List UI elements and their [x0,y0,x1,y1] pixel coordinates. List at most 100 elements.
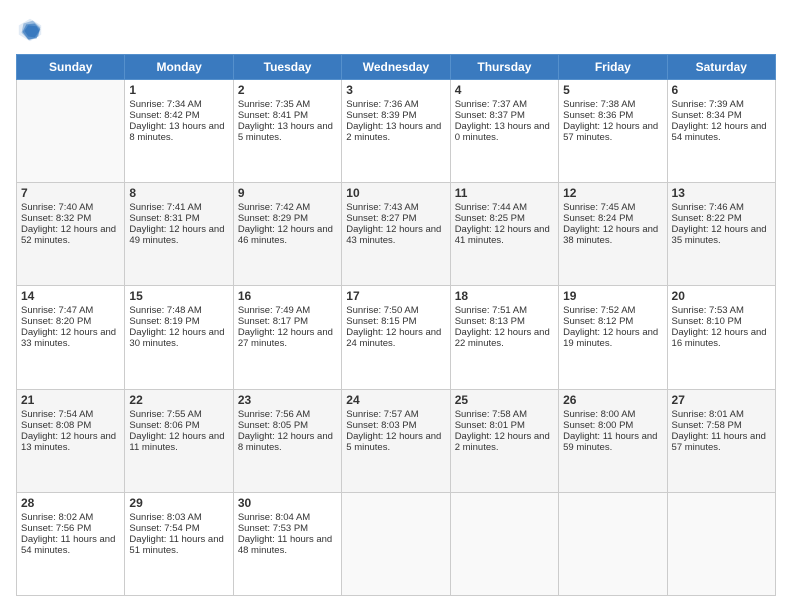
calendar-cell [450,492,558,595]
day-number: 17 [346,289,445,303]
calendar-cell: 15Sunrise: 7:48 AMSunset: 8:19 PMDayligh… [125,286,233,389]
sunrise-text: Sunrise: 7:55 AM [129,409,228,420]
sunset-text: Sunset: 8:24 PM [563,213,662,224]
sunrise-text: Sunrise: 7:39 AM [672,99,771,110]
day-number: 4 [455,83,554,97]
day-number: 25 [455,393,554,407]
weekday-header: Monday [125,55,233,80]
calendar-week-row: 7Sunrise: 7:40 AMSunset: 8:32 PMDaylight… [17,183,776,286]
daylight-text: Daylight: 12 hours and 2 minutes. [455,431,554,453]
day-number: 27 [672,393,771,407]
sunrise-text: Sunrise: 7:36 AM [346,99,445,110]
sunset-text: Sunset: 8:42 PM [129,110,228,121]
sunset-text: Sunset: 8:13 PM [455,316,554,327]
calendar-cell: 2Sunrise: 7:35 AMSunset: 8:41 PMDaylight… [233,80,341,183]
calendar-cell: 26Sunrise: 8:00 AMSunset: 8:00 PMDayligh… [559,389,667,492]
sunrise-text: Sunrise: 7:48 AM [129,305,228,316]
day-number: 28 [21,496,120,510]
day-number: 19 [563,289,662,303]
calendar-cell: 14Sunrise: 7:47 AMSunset: 8:20 PMDayligh… [17,286,125,389]
sunset-text: Sunset: 8:20 PM [21,316,120,327]
calendar-cell: 17Sunrise: 7:50 AMSunset: 8:15 PMDayligh… [342,286,450,389]
calendar-body: 1Sunrise: 7:34 AMSunset: 8:42 PMDaylight… [17,80,776,596]
sunset-text: Sunset: 8:00 PM [563,420,662,431]
day-number: 2 [238,83,337,97]
sunset-text: Sunset: 8:32 PM [21,213,120,224]
day-number: 23 [238,393,337,407]
calendar-cell [667,492,775,595]
sunrise-text: Sunrise: 7:37 AM [455,99,554,110]
sunset-text: Sunset: 8:37 PM [455,110,554,121]
sunset-text: Sunset: 8:05 PM [238,420,337,431]
calendar-week-row: 14Sunrise: 7:47 AMSunset: 8:20 PMDayligh… [17,286,776,389]
day-number: 7 [21,186,120,200]
day-number: 15 [129,289,228,303]
day-number: 18 [455,289,554,303]
sunset-text: Sunset: 7:56 PM [21,523,120,534]
weekday-header: Saturday [667,55,775,80]
calendar-cell: 22Sunrise: 7:55 AMSunset: 8:06 PMDayligh… [125,389,233,492]
day-number: 10 [346,186,445,200]
sunset-text: Sunset: 8:34 PM [672,110,771,121]
sunrise-text: Sunrise: 7:58 AM [455,409,554,420]
calendar-cell: 28Sunrise: 8:02 AMSunset: 7:56 PMDayligh… [17,492,125,595]
weekday-header: Wednesday [342,55,450,80]
sunset-text: Sunset: 7:58 PM [672,420,771,431]
day-number: 20 [672,289,771,303]
daylight-text: Daylight: 13 hours and 2 minutes. [346,121,445,143]
sunrise-text: Sunrise: 7:53 AM [672,305,771,316]
sunrise-text: Sunrise: 7:44 AM [455,202,554,213]
calendar-cell: 24Sunrise: 7:57 AMSunset: 8:03 PMDayligh… [342,389,450,492]
sunrise-text: Sunrise: 8:02 AM [21,512,120,523]
day-number: 1 [129,83,228,97]
sunset-text: Sunset: 8:31 PM [129,213,228,224]
calendar-cell [559,492,667,595]
day-number: 8 [129,186,228,200]
daylight-text: Daylight: 11 hours and 59 minutes. [563,431,662,453]
calendar-cell: 25Sunrise: 7:58 AMSunset: 8:01 PMDayligh… [450,389,558,492]
sunrise-text: Sunrise: 8:04 AM [238,512,337,523]
daylight-text: Daylight: 12 hours and 11 minutes. [129,431,228,453]
daylight-text: Daylight: 12 hours and 46 minutes. [238,224,337,246]
calendar-cell: 18Sunrise: 7:51 AMSunset: 8:13 PMDayligh… [450,286,558,389]
weekday-header: Friday [559,55,667,80]
sunset-text: Sunset: 8:27 PM [346,213,445,224]
calendar-cell: 8 Sunrise: 7:41 AMSunset: 8:31 PMDaylight… [125,183,233,286]
day-number: 13 [672,186,771,200]
sunset-text: Sunset: 8:41 PM [238,110,337,121]
calendar-cell: 30Sunrise: 8:04 AMSunset: 7:53 PMDayligh… [233,492,341,595]
calendar-table: SundayMondayTuesdayWednesdayThursdayFrid… [16,54,776,596]
calendar-cell: 20Sunrise: 7:53 AMSunset: 8:10 PMDayligh… [667,286,775,389]
logo [16,16,48,44]
calendar-cell: 3Sunrise: 7:36 AMSunset: 8:39 PMDaylight… [342,80,450,183]
daylight-text: Daylight: 11 hours and 51 minutes. [129,534,228,556]
calendar-cell: 12Sunrise: 7:45 AMSunset: 8:24 PMDayligh… [559,183,667,286]
sunset-text: Sunset: 8:19 PM [129,316,228,327]
weekday-header: Thursday [450,55,558,80]
daylight-text: Daylight: 12 hours and 22 minutes. [455,327,554,349]
calendar-week-row: 1Sunrise: 7:34 AMSunset: 8:42 PMDaylight… [17,80,776,183]
daylight-text: Daylight: 12 hours and 49 minutes. [129,224,228,246]
daylight-text: Daylight: 12 hours and 38 minutes. [563,224,662,246]
sunrise-text: Sunrise: 7:49 AM [238,305,337,316]
calendar-cell: 16Sunrise: 7:49 AMSunset: 8:17 PMDayligh… [233,286,341,389]
sunrise-text: Sunrise: 7:41 AM [129,202,228,213]
sunrise-text: Sunrise: 8:01 AM [672,409,771,420]
calendar-cell: 1Sunrise: 7:34 AMSunset: 8:42 PMDaylight… [125,80,233,183]
calendar-header-row: SundayMondayTuesdayWednesdayThursdayFrid… [17,55,776,80]
sunset-text: Sunset: 8:03 PM [346,420,445,431]
daylight-text: Daylight: 12 hours and 57 minutes. [563,121,662,143]
sunrise-text: Sunrise: 7:47 AM [21,305,120,316]
calendar-week-row: 21Sunrise: 7:54 AMSunset: 8:08 PMDayligh… [17,389,776,492]
daylight-text: Daylight: 13 hours and 0 minutes. [455,121,554,143]
day-number: 30 [238,496,337,510]
sunrise-text: Sunrise: 8:03 AM [129,512,228,523]
day-number: 29 [129,496,228,510]
sunset-text: Sunset: 8:08 PM [21,420,120,431]
daylight-text: Daylight: 12 hours and 33 minutes. [21,327,120,349]
sunset-text: Sunset: 7:53 PM [238,523,337,534]
calendar-cell: 23Sunrise: 7:56 AMSunset: 8:05 PMDayligh… [233,389,341,492]
calendar-cell: 7Sunrise: 7:40 AMSunset: 8:32 PMDaylight… [17,183,125,286]
sunset-text: Sunset: 8:25 PM [455,213,554,224]
calendar-cell: 4 Sunrise: 7:37 AMSunset: 8:37 PMDaylight… [450,80,558,183]
